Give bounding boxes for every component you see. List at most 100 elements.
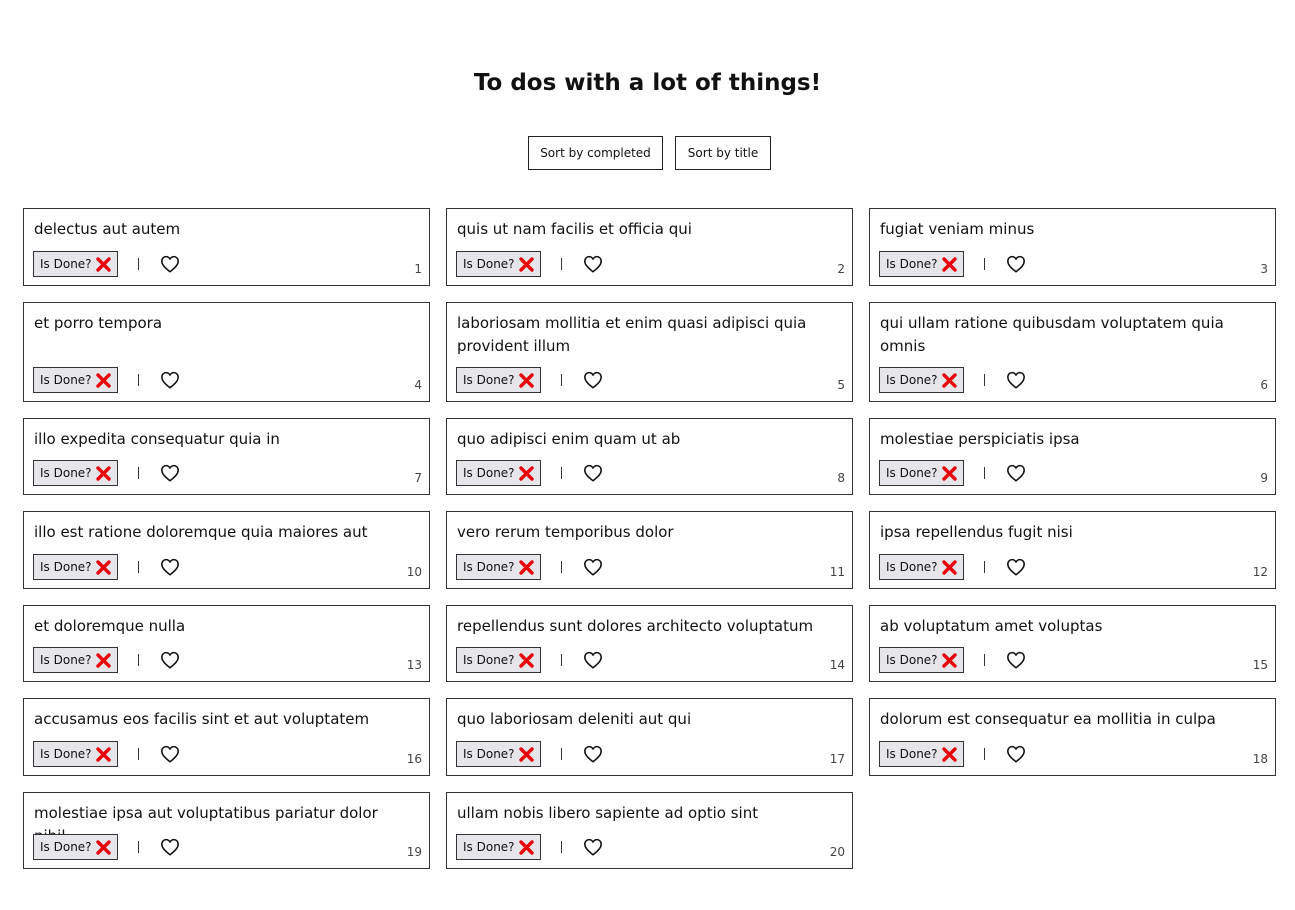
todo-card: quo adipisci enim quam ut ab Is Done? 8 bbox=[446, 418, 853, 495]
is-done-toggle-button[interactable]: Is Done? bbox=[33, 647, 118, 673]
is-done-label: Is Done? bbox=[886, 653, 938, 667]
todo-actions: Is Done? bbox=[879, 251, 1026, 277]
todo-card: et porro tempora Is Done? 4 bbox=[23, 302, 430, 402]
is-done-label: Is Done? bbox=[40, 257, 92, 271]
is-done-toggle-button[interactable]: Is Done? bbox=[456, 647, 541, 673]
todo-card: fugiat veniam minus Is Done? 3 bbox=[869, 208, 1276, 286]
heart-outline-icon[interactable] bbox=[160, 558, 180, 576]
todo-actions: Is Done? bbox=[456, 741, 603, 767]
is-done-label: Is Done? bbox=[886, 560, 938, 574]
todo-card: ab voluptatum amet voluptas Is Done? 15 bbox=[869, 605, 1276, 682]
is-done-toggle-button[interactable]: Is Done? bbox=[456, 741, 541, 767]
cross-icon bbox=[95, 559, 111, 575]
is-done-label: Is Done? bbox=[463, 747, 515, 761]
heart-outline-icon[interactable] bbox=[1006, 651, 1026, 669]
heart-outline-icon[interactable] bbox=[583, 464, 603, 482]
is-done-toggle-button[interactable]: Is Done? bbox=[879, 554, 964, 580]
heart-outline-icon[interactable] bbox=[160, 371, 180, 389]
heart-outline-icon[interactable] bbox=[1006, 464, 1026, 482]
is-done-toggle-button[interactable]: Is Done? bbox=[33, 834, 118, 860]
todo-actions: Is Done? bbox=[33, 834, 180, 860]
todo-title: accusamus eos facilis sint et aut volupt… bbox=[34, 710, 370, 728]
todo-title: fugiat veniam minus bbox=[880, 220, 1035, 238]
divider bbox=[560, 748, 562, 760]
heart-outline-icon[interactable] bbox=[160, 464, 180, 482]
todo-id: 2 bbox=[837, 262, 845, 276]
todo-id: 5 bbox=[837, 378, 845, 392]
page-title: To dos with a lot of things! bbox=[473, 70, 822, 96]
heart-outline-icon[interactable] bbox=[1006, 745, 1026, 763]
is-done-toggle-button[interactable]: Is Done? bbox=[456, 554, 541, 580]
heart-outline-icon[interactable] bbox=[583, 838, 603, 856]
is-done-label: Is Done? bbox=[40, 653, 92, 667]
is-done-label: Is Done? bbox=[886, 747, 938, 761]
heart-outline-icon[interactable] bbox=[583, 255, 603, 273]
todo-title: illo est ratione doloremque quia maiores… bbox=[34, 523, 368, 541]
divider bbox=[137, 841, 139, 853]
is-done-toggle-button[interactable]: Is Done? bbox=[33, 251, 118, 277]
divider bbox=[560, 561, 562, 573]
cross-icon bbox=[518, 372, 534, 388]
heart-outline-icon[interactable] bbox=[160, 838, 180, 856]
heart-outline-icon[interactable] bbox=[160, 651, 180, 669]
is-done-toggle-button[interactable]: Is Done? bbox=[33, 367, 118, 393]
is-done-label: Is Done? bbox=[463, 373, 515, 387]
is-done-toggle-button[interactable]: Is Done? bbox=[879, 367, 964, 393]
heart-outline-icon[interactable] bbox=[160, 255, 180, 273]
divider bbox=[560, 654, 562, 666]
todo-card: laboriosam mollitia et enim quasi adipis… bbox=[446, 302, 853, 402]
heart-outline-icon[interactable] bbox=[583, 745, 603, 763]
cross-icon bbox=[95, 465, 111, 481]
cross-icon bbox=[941, 465, 957, 481]
todo-id: 6 bbox=[1260, 378, 1268, 392]
todo-card: quis ut nam facilis et officia qui Is Don… bbox=[446, 208, 853, 286]
sort-by-title-button[interactable]: Sort by title bbox=[675, 136, 771, 170]
todo-title: quo adipisci enim quam ut ab bbox=[457, 430, 681, 448]
todo-id: 4 bbox=[414, 378, 422, 392]
todo-title: ipsa repellendus fugit nisi bbox=[880, 523, 1073, 541]
cross-icon bbox=[95, 256, 111, 272]
heart-outline-icon[interactable] bbox=[1006, 255, 1026, 273]
is-done-toggle-button[interactable]: Is Done? bbox=[33, 741, 118, 767]
is-done-toggle-button[interactable]: Is Done? bbox=[456, 251, 541, 277]
todo-actions: Is Done? bbox=[456, 834, 603, 860]
todo-id: 20 bbox=[829, 845, 845, 859]
sort-by-completed-button[interactable]: Sort by completed bbox=[528, 136, 663, 170]
todo-title: repellendus sunt dolores architecto volu… bbox=[457, 617, 814, 635]
is-done-toggle-button[interactable]: Is Done? bbox=[456, 460, 541, 486]
heart-outline-icon[interactable] bbox=[583, 371, 603, 389]
heart-outline-icon[interactable] bbox=[1006, 371, 1026, 389]
todo-title: et porro tempora bbox=[34, 314, 163, 332]
todo-title: quis ut nam facilis et officia qui bbox=[457, 220, 692, 238]
todo-actions: Is Done? bbox=[33, 741, 180, 767]
is-done-toggle-button[interactable]: Is Done? bbox=[456, 834, 541, 860]
todo-card: vero rerum temporibus dolor Is Done? 11 bbox=[446, 511, 853, 589]
divider bbox=[560, 841, 562, 853]
divider bbox=[137, 467, 139, 479]
todo-id: 12 bbox=[1252, 565, 1268, 579]
heart-outline-icon[interactable] bbox=[1006, 558, 1026, 576]
is-done-toggle-button[interactable]: Is Done? bbox=[33, 460, 118, 486]
heart-outline-icon[interactable] bbox=[583, 651, 603, 669]
todo-actions: Is Done? bbox=[33, 367, 180, 393]
divider bbox=[137, 748, 139, 760]
heart-outline-icon[interactable] bbox=[160, 745, 180, 763]
is-done-toggle-button[interactable]: Is Done? bbox=[456, 367, 541, 393]
is-done-toggle-button[interactable]: Is Done? bbox=[879, 647, 964, 673]
is-done-toggle-button[interactable]: Is Done? bbox=[879, 460, 964, 486]
is-done-toggle-button[interactable]: Is Done? bbox=[879, 741, 964, 767]
todo-actions: Is Done? bbox=[33, 251, 180, 277]
todo-id: 18 bbox=[1252, 752, 1268, 766]
todo-actions: Is Done? bbox=[879, 647, 1026, 673]
todo-title: et doloremque nulla bbox=[34, 617, 186, 635]
todo-title: laboriosam mollitia et enim quasi adipis… bbox=[457, 314, 807, 355]
todo-actions: Is Done? bbox=[456, 554, 603, 580]
is-done-label: Is Done? bbox=[886, 466, 938, 480]
is-done-label: Is Done? bbox=[463, 257, 515, 271]
heart-outline-icon[interactable] bbox=[583, 558, 603, 576]
is-done-toggle-button[interactable]: Is Done? bbox=[33, 554, 118, 580]
todo-card: ullam nobis libero sapiente ad optio sin… bbox=[446, 792, 853, 869]
cross-icon bbox=[95, 372, 111, 388]
is-done-toggle-button[interactable]: Is Done? bbox=[879, 251, 964, 277]
cross-icon bbox=[941, 559, 957, 575]
